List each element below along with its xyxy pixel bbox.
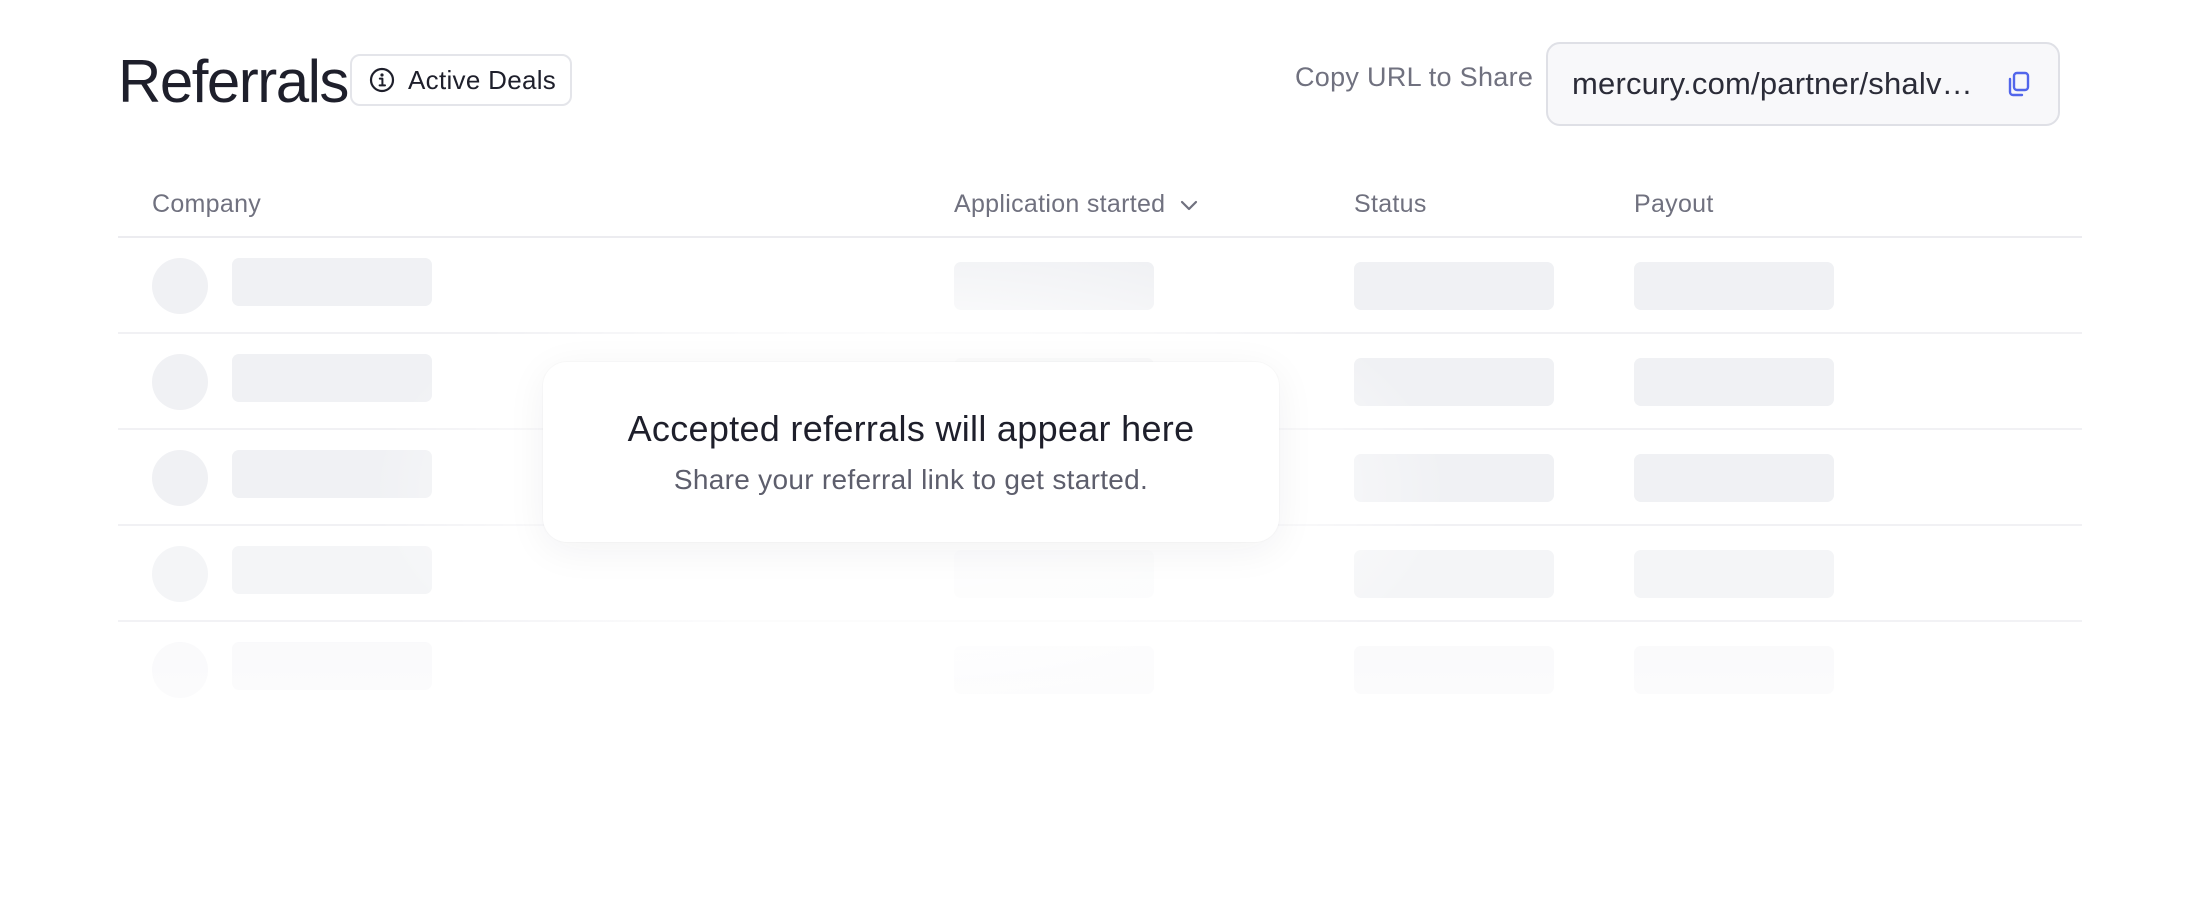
active-deals-button[interactable]: Active Deals	[350, 54, 573, 106]
skeleton-status	[1354, 550, 1554, 598]
skeleton-company	[232, 354, 432, 402]
share-url-field[interactable]: mercury.com/partner/shalva-…	[1546, 42, 2060, 126]
info-circle-icon	[368, 66, 396, 94]
skeleton-company	[232, 258, 432, 306]
skeleton-payout	[1634, 550, 1834, 598]
skeleton-avatar	[152, 450, 208, 506]
column-header-application-started-label: Application started	[954, 190, 1166, 218]
copy-url-label: Copy URL to Share	[1295, 62, 1534, 92]
column-header-status: Status	[1354, 190, 1427, 218]
skeleton-company	[232, 546, 432, 594]
skeleton-application-date	[954, 262, 1154, 310]
skeleton-company	[232, 642, 432, 690]
skeleton-status	[1354, 646, 1554, 694]
skeleton-status	[1354, 262, 1554, 310]
skeleton-payout	[1634, 454, 1834, 502]
skeleton-application-date	[954, 550, 1154, 598]
skeleton-application-date	[954, 646, 1154, 694]
active-deals-label: Active Deals	[408, 64, 557, 95]
empty-state-subtitle: Share your referral link to get started.	[673, 464, 1149, 495]
chevron-down-icon	[1181, 200, 1198, 210]
skeleton-avatar	[152, 546, 208, 602]
table-header: Company Application started Status Payou…	[118, 180, 2082, 238]
skeleton-payout	[1634, 262, 1834, 310]
skeleton-status	[1354, 358, 1554, 406]
page-title: Referrals	[118, 48, 349, 115]
skeleton-avatar	[152, 354, 208, 410]
copy-icon[interactable]	[2004, 69, 2034, 99]
skeleton-avatar	[152, 642, 208, 698]
column-header-company: Company	[152, 190, 262, 218]
table-row	[118, 622, 2082, 718]
referrals-page: Referrals Active Deals Copy URL to Share…	[0, 0, 2198, 914]
skeleton-payout	[1634, 646, 1834, 694]
column-header-payout: Payout	[1634, 190, 1714, 218]
table-row	[118, 238, 2082, 334]
skeleton-status	[1354, 454, 1554, 502]
empty-state-card: Accepted referrals will appear here Shar…	[543, 362, 1279, 542]
skeleton-payout	[1634, 358, 1834, 406]
empty-state-title: Accepted referrals will appear here	[627, 408, 1195, 449]
share-url-text[interactable]: mercury.com/partner/shalva-…	[1572, 66, 1990, 102]
column-header-application-started[interactable]: Application started	[954, 190, 1201, 219]
skeleton-company	[232, 450, 432, 498]
skeleton-avatar	[152, 258, 208, 314]
